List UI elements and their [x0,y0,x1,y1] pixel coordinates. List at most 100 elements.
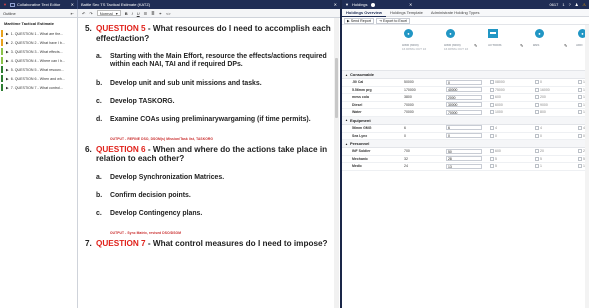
collapse-icon[interactable]: ▲ [345,73,348,77]
checkbox[interactable] [535,156,539,161]
export-excel-button[interactable]: ⇥ Export to Excel [375,17,411,24]
expand-icon[interactable]: ▶ [6,32,9,36]
checkbox[interactable] [490,125,494,130]
outline-item[interactable]: ▶ 3. QUESTION 3 - What effects... [0,47,77,56]
checkbox[interactable] [578,149,582,154]
checkbox[interactable] [578,164,582,169]
table-row[interactable]: Diesel700003000060009000100 [342,102,589,110]
scroll-thumb[interactable] [335,58,338,118]
holdings-scrollbar[interactable] [585,25,589,308]
checkbox[interactable] [535,133,539,138]
table-row[interactable]: Medic 24 13 5 1 1 [342,163,589,171]
user-icon[interactable]: ♟ [575,2,579,7]
redo-icon[interactable]: ↷ [89,11,92,16]
underline-button[interactable]: U [137,11,140,16]
bullet-list-icon[interactable]: ☰ [144,11,148,16]
editor-doc-tab[interactable]: Battle Sec TS Tactical Estimate (KATZ) [78,0,153,9]
quantity-input[interactable]: 2000 [446,94,482,100]
style-dropdown[interactable]: Normal ▾ [96,10,121,16]
outline-item[interactable]: ▶ 6. QUESTION 6 - When and wh... [0,74,77,83]
undo-icon[interactable]: ↶ [82,11,85,16]
table-row[interactable]: mess cola38002000600200100 [342,94,589,102]
checkbox[interactable] [578,87,582,92]
tab-administrate-holding-types[interactable]: Administrate Holding Types [427,9,484,17]
outline-item[interactable]: ▶ 1. QUESTION 1 - What are the... [0,29,77,38]
checkbox[interactable] [490,156,494,161]
checkbox[interactable] [535,95,539,100]
group-header[interactable]: ▲ Consumable [342,71,589,79]
checkbox[interactable] [490,164,494,169]
quantity-input[interactable]: 28 [446,156,482,162]
collapse-icon[interactable]: ▲ [345,118,348,122]
unit-icon[interactable]: ● [535,29,544,38]
outline-item[interactable]: ▶ 2. QUESTION 2 - What have I b... [0,38,77,47]
checkbox[interactable] [535,110,539,115]
checkbox[interactable] [535,87,539,92]
checkbox[interactable] [535,102,539,107]
close-icon[interactable]: ✕ [71,2,74,7]
doc-close-icon[interactable]: ✕ [334,2,337,7]
checkbox[interactable] [490,149,494,154]
outline-item[interactable]: ▶ 7. QUESTION 7 - What control... [0,83,77,92]
collapse-icon[interactable]: ⇤ [71,11,74,16]
group-header[interactable]: ▲ Personnel [342,140,589,149]
italic-button[interactable]: I [132,11,133,16]
checkbox[interactable] [490,133,494,138]
table-row[interactable]: 56mm GMG 6 6 4 4 4 [342,125,589,133]
outline-item[interactable]: ▶ 5. QUESTION 5 - What resourc... [0,65,77,74]
expand-icon[interactable]: ▶ [6,68,9,72]
tab-holdings-overview[interactable]: Holdings Overview [342,9,387,17]
table-row[interactable]: 5.56mm prg170000400007500016000100 [342,87,589,95]
checkbox[interactable] [490,102,494,107]
menu-icon[interactable]: ▼ [345,2,349,7]
checkbox[interactable] [490,87,494,92]
checkbox[interactable] [535,164,539,169]
quantity-input[interactable]: 40000 [446,87,482,93]
edit-icon[interactable]: ✎ [520,43,523,48]
table-row[interactable]: INF Soldier700506002020 [342,148,589,156]
expand-icon[interactable]: ▶ [6,50,9,54]
expand-icon[interactable]: ▶ [6,77,9,81]
unit-symbol-icon[interactable] [488,29,498,38]
outline-item[interactable]: ▶ 4. QUESTION 4 - Where can I b... [0,56,77,65]
quantity-input[interactable]: 30000 [446,102,482,108]
collapse-icon[interactable]: ▲ [345,142,348,146]
edit-icon[interactable]: ✎ [474,43,477,48]
edit-icon[interactable]: ✎ [564,43,567,48]
checkbox[interactable] [578,125,582,130]
unit-icon[interactable]: ● [446,29,455,38]
checkbox[interactable] [578,80,582,84]
table-row[interactable]: Mechanic 32 28 5 5 5 [342,156,589,164]
send-report-button[interactable]: ▶ Send Report [344,17,374,24]
document-body[interactable]: 5. QUESTION 5 - What resources do I need… [79,18,340,308]
alert-icon[interactable]: ⚠ [582,2,586,7]
editor-scrollbar[interactable] [334,18,339,308]
checkbox[interactable] [578,95,582,100]
table-row[interactable]: .50 Cal500000080000100 [342,79,589,87]
table-row[interactable]: Sea Lynx 0 0 0 0 0 [342,133,589,141]
tab-holdings-template[interactable]: Holdings Template [386,9,427,17]
quantity-input[interactable]: 6 [446,125,482,131]
checkbox[interactable] [578,110,582,115]
table-row[interactable]: Water70000700001000800100 [342,109,589,117]
checkbox[interactable] [535,149,539,154]
quantity-input[interactable]: 13 [446,163,482,169]
unit-icon[interactable]: ● [404,29,413,38]
help-icon[interactable]: ? [569,2,571,7]
link-icon[interactable]: ⚭ [159,11,162,16]
expand-icon[interactable]: ▶ [6,86,9,90]
checkbox[interactable] [578,102,582,107]
quantity-input[interactable]: 0 [446,133,482,139]
quantity-input[interactable]: 0 [446,79,482,85]
numbered-list-icon[interactable]: ≣ [151,11,154,16]
quantity-input[interactable]: 50 [446,148,482,154]
checkbox[interactable] [578,133,582,138]
expand-icon[interactable]: ▶ [6,59,9,63]
checkbox[interactable] [490,80,494,84]
expand-icon[interactable]: ▶ [6,41,9,45]
code-icon[interactable]: <> [166,11,171,16]
bold-button[interactable]: B [125,11,128,16]
quantity-input[interactable]: 70000 [446,109,482,115]
menu-icon[interactable]: ▼ [3,2,7,7]
checkbox[interactable] [490,95,494,100]
